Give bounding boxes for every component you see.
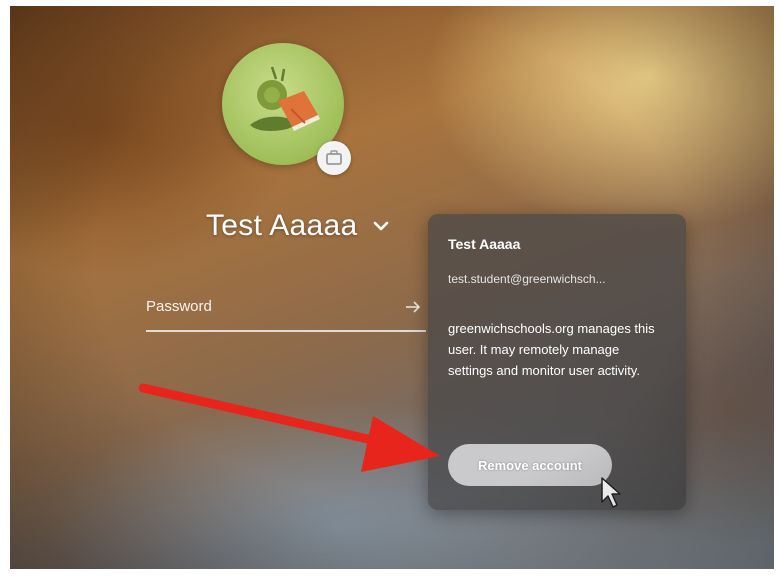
management-notice: greenwichschools.org manages this user. … [448,321,655,378]
password-input[interactable]: Password [146,288,426,332]
remove-account-button[interactable]: Remove account [448,444,612,486]
chevron-down-icon[interactable] [371,216,391,236]
popup-user-name: Test Aaaaa [448,236,521,252]
password-placeholder: Password [146,298,212,315]
lock-screen-background: Test Aaaaa Password Test Aaaaa test.stud… [10,6,774,569]
managed-badge [317,141,351,175]
briefcase-icon [326,150,342,165]
user-name: Test Aaaaa [206,209,358,242]
arrow-right-icon[interactable] [404,298,422,316]
mouse-pointer-icon [601,477,621,508]
user-selector[interactable]: Test Aaaaa [206,209,391,243]
red-arrow-annotation [138,383,440,472]
popup-user-email: test.student@greenwichsch... [448,272,606,286]
account-info-popup: Test Aaaaa test.student@greenwichsch... … [428,214,686,510]
